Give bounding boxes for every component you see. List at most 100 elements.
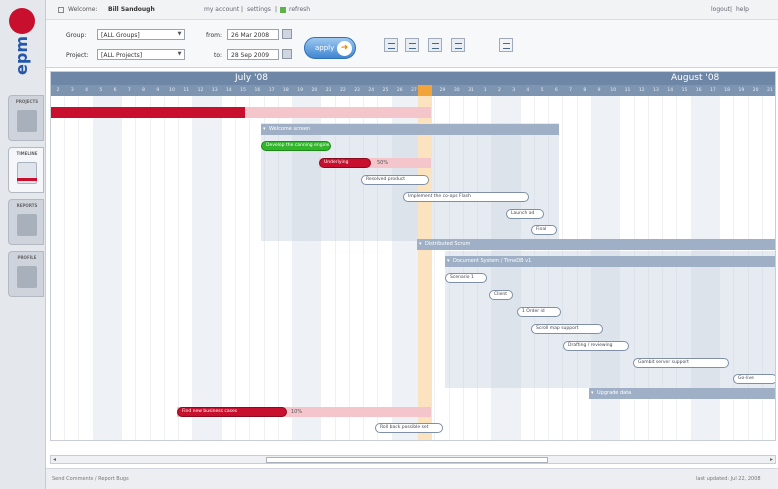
day-cell: 3	[70, 88, 74, 93]
sidebar-item-label: TIMELINE	[16, 151, 38, 156]
profile-icon	[17, 266, 37, 288]
group-row[interactable]: Document System / TimeDB v1	[445, 256, 775, 267]
day-cell: 16	[254, 88, 261, 93]
task-bar[interactable]: Develop the canning engine	[261, 141, 331, 151]
day-column	[51, 96, 66, 440]
settings-link[interactable]: settings	[247, 6, 271, 13]
timeline-bar-icon	[17, 178, 37, 181]
group-select[interactable]: [ALL Groups] ▼	[97, 29, 185, 40]
day-cell: 21	[767, 88, 773, 93]
refresh-link[interactable]: refresh	[289, 6, 310, 13]
day-cell: 12	[197, 88, 204, 93]
group-row[interactable]: Upgrade data	[589, 388, 775, 399]
task-bar[interactable]: Implement the co-ops Flash	[403, 192, 529, 202]
sidebar-item-reports[interactable]: REPORTS	[8, 199, 44, 245]
feedback-link[interactable]: Send Comments / Report Bugs	[52, 476, 129, 482]
scroll-right-icon[interactable]: ▸	[770, 456, 773, 463]
help-link[interactable]: help	[736, 6, 749, 13]
scrollbar-thumb[interactable]	[266, 457, 548, 463]
print-icon[interactable]	[499, 38, 513, 52]
sidebar-item-label: REPORTS	[16, 203, 38, 208]
footer: Send Comments / Report Bugs last updated…	[46, 468, 778, 489]
to-date-input[interactable]: 28 Sep 2009	[227, 49, 279, 60]
task-bar[interactable]: Final	[531, 225, 557, 235]
logout-link[interactable]: logout	[711, 6, 730, 13]
day-cell: 8	[142, 88, 145, 93]
task-bar[interactable]: Find new business cases	[177, 407, 287, 417]
day-cell: 24	[368, 88, 375, 93]
day-cell: 3	[512, 88, 516, 93]
day-cell: 22	[339, 88, 346, 93]
today-column	[418, 85, 432, 440]
day-column	[207, 96, 222, 440]
task-bar[interactable]: Resolved product	[361, 175, 429, 185]
task-bar[interactable]: Client	[489, 290, 513, 300]
task-bar[interactable]: Underlying	[319, 158, 371, 168]
group-row[interactable]: Distributed Scrum	[417, 239, 775, 250]
task-bar[interactable]: 1 Order id	[517, 307, 561, 317]
day-cell: 18	[724, 88, 731, 93]
view-grid-icon[interactable]	[451, 38, 465, 52]
day-column	[65, 96, 80, 440]
day-column	[193, 96, 208, 440]
task-bar[interactable]: Scroll map support	[531, 324, 603, 334]
project-select[interactable]: [ALL Projects] ▼	[97, 49, 185, 60]
task-percent: 10%	[291, 409, 303, 415]
task-bar[interactable]: Go-live	[733, 374, 775, 384]
my-account-link[interactable]: my account	[204, 6, 239, 13]
day-cell: 26	[396, 88, 403, 93]
day-cell: 18	[283, 88, 289, 93]
day-column	[79, 96, 94, 440]
group-select-value: [ALL Groups]	[101, 32, 140, 39]
refresh-icon[interactable]	[280, 7, 286, 13]
task-bar[interactable]: Drafting / reviewing	[563, 341, 629, 351]
task-bar[interactable]: Roll back possible set	[375, 423, 443, 433]
task-bar[interactable]: Gambit server support	[633, 358, 729, 368]
day-cell: 19	[297, 88, 303, 93]
day-row: 2 3 4 5 6 7 8 9 10 11 12 13 14 15 16 17 18 19 20 21 22 23 24 25…	[51, 85, 775, 96]
sidebar-item-projects[interactable]: PROJECTS	[8, 95, 44, 141]
group-row[interactable]: Welcome screen	[261, 124, 559, 135]
day-cell: 8	[583, 88, 587, 93]
day-cell: 4	[85, 88, 89, 93]
from-label: from:	[206, 32, 222, 39]
sidebar-item-timeline[interactable]: TIMELINE	[8, 147, 44, 193]
overall-remaining-bar	[245, 107, 431, 118]
day-cell: 23	[354, 88, 360, 93]
day-cell: 29	[439, 88, 446, 93]
day-cell: 12	[638, 88, 645, 93]
day-cell: 6	[113, 88, 117, 93]
task-bar[interactable]: Launch ad	[506, 209, 544, 219]
day-cell: 7	[569, 88, 573, 93]
calendar-icon[interactable]	[282, 49, 292, 59]
day-column	[107, 96, 123, 440]
day-cell: 11	[624, 88, 631, 93]
welcome-label: Welcome:	[68, 6, 98, 13]
group-span-shade	[445, 251, 775, 388]
apply-label: apply	[315, 44, 335, 52]
apply-button[interactable]: apply ➜	[304, 37, 356, 59]
day-cell: 31	[468, 88, 474, 93]
calendar-icon[interactable]	[282, 29, 292, 39]
gantt-chart: July '08 August '08 2 3 4 5 6 7 8 9 10 11 12 13 14 15…	[50, 71, 776, 441]
day-cell: 4	[526, 88, 530, 93]
day-column	[151, 96, 165, 440]
day-cell: 19	[738, 88, 745, 93]
view-list-icon[interactable]	[384, 38, 398, 52]
sidebar-item-label: PROFILE	[17, 255, 37, 260]
scroll-left-icon[interactable]: ◂	[53, 456, 56, 463]
day-column	[222, 96, 237, 440]
task-bar[interactable]: Scenario 1	[445, 273, 487, 283]
overall-progress-bar[interactable]	[51, 107, 245, 118]
group-label: Group:	[66, 32, 87, 39]
sidebar-item-profile[interactable]: PROFILE	[8, 251, 44, 297]
app-logo: epm	[3, 6, 41, 86]
chevron-down-icon: ▼	[177, 51, 182, 57]
from-date-input[interactable]: 26 Mar 2008	[227, 29, 279, 40]
view-detail-icon[interactable]	[405, 38, 419, 52]
to-label: to:	[214, 52, 223, 59]
last-updated: last updated: Jul 22, 2008	[696, 476, 761, 482]
horizontal-scrollbar[interactable]: ◂ ▸	[50, 455, 776, 464]
user-icon	[58, 7, 64, 13]
view-compact-icon[interactable]	[428, 38, 442, 52]
